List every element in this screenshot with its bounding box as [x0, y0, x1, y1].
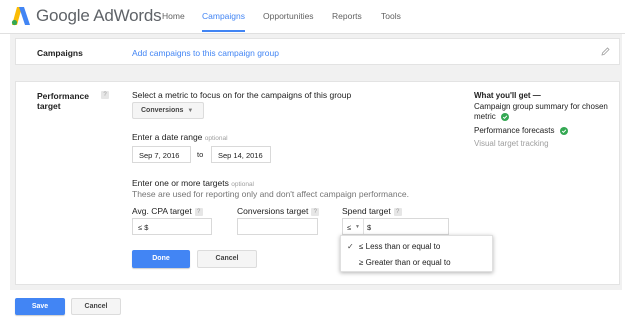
date-optional-text: optional: [204, 135, 228, 142]
check-circle-icon: [501, 112, 510, 121]
spend-target-input[interactable]: ≤ ▼ $: [342, 218, 449, 235]
conversions-target-input[interactable]: [237, 218, 318, 235]
target-tracking-item: Visual target tracking: [474, 139, 549, 148]
spend-divider: [363, 219, 364, 234]
performance-card: Performance target ? Select a metric to …: [15, 81, 620, 285]
campaigns-label: Campaigns: [37, 48, 83, 58]
date-range-text: Enter a date range: [132, 132, 203, 142]
targets-text: Enter one or more targets: [132, 178, 229, 188]
pencil-icon[interactable]: [601, 47, 610, 56]
start-date-field[interactable]: Sep 7, 2016: [132, 146, 191, 163]
end-date-field[interactable]: Sep 14, 2016: [211, 146, 271, 163]
nav-home[interactable]: Home: [162, 11, 185, 31]
check-circle-icon: [559, 126, 568, 135]
help-icon[interactable]: ?: [393, 207, 402, 216]
chevron-down-icon: ▼: [187, 108, 194, 114]
menu-item-greater-equal[interactable]: ≥ Greater than or equal to: [359, 258, 451, 267]
cancel-button[interactable]: Cancel: [197, 250, 257, 268]
adwords-logo-icon: [11, 7, 30, 26]
checkmark-icon: ✓: [347, 242, 354, 251]
help-icon[interactable]: ?: [311, 207, 320, 216]
avg-cpa-input[interactable]: ≤ $: [132, 218, 212, 235]
chevron-down-icon: ▼: [355, 224, 360, 230]
help-icon[interactable]: ?: [194, 207, 203, 216]
help-icon[interactable]: ?: [101, 91, 109, 99]
spend-operator-menu: ✓ ≤ Less than or equal to ≥ Greater than…: [340, 235, 493, 272]
targets-note: These are used for reporting only and do…: [132, 189, 409, 199]
spend-value: $: [367, 223, 372, 232]
performance-target-label: Performance target: [37, 91, 107, 111]
save-button[interactable]: Save: [15, 298, 65, 315]
conversions-target-label: Conversions target?: [237, 206, 320, 216]
footer-cancel-button[interactable]: Cancel: [71, 298, 121, 315]
forecasts-item: Performance forecasts: [474, 126, 568, 135]
avg-cpa-text: Avg. CPA target: [132, 206, 192, 216]
top-header: Google AdWords Home Campaigns Opportunit…: [0, 0, 625, 34]
summary-item: Campaign group summary for chosen metric: [474, 102, 614, 122]
nav-reports[interactable]: Reports: [332, 11, 362, 31]
summary-item-text: Campaign group summary for chosen metric: [474, 102, 608, 121]
avg-cpa-label: Avg. CPA target?: [132, 206, 203, 216]
campaigns-card: Campaigns Add campaigns to this campaign…: [15, 38, 620, 65]
performance-label-text: Performance target: [37, 91, 89, 111]
date-to-text: to: [197, 150, 204, 159]
nav-campaigns[interactable]: Campaigns: [202, 11, 245, 32]
metric-prompt: Select a metric to focus on for the camp…: [132, 90, 352, 100]
conversions-target-text: Conversions target: [237, 206, 309, 216]
forecasts-item-text: Performance forecasts: [474, 126, 555, 135]
spend-target-text: Spend target: [342, 206, 391, 216]
spend-target-label: Spend target?: [342, 206, 402, 216]
add-campaigns-link[interactable]: Add campaigns to this campaign group: [132, 48, 279, 58]
date-range-label: Enter a date range optional: [132, 132, 228, 142]
metric-dropdown-value: Conversions: [141, 107, 184, 114]
menu-item-less-equal[interactable]: ≤ Less than or equal to: [359, 242, 440, 251]
nav-tools[interactable]: Tools: [381, 11, 401, 31]
metric-dropdown[interactable]: Conversions ▼: [132, 102, 204, 119]
spend-operator[interactable]: ≤: [347, 223, 351, 232]
what-youll-get-title: What you'll get —: [474, 91, 541, 100]
targets-label: Enter one or more targets optional: [132, 178, 254, 188]
done-button[interactable]: Done: [132, 250, 190, 268]
targets-optional-text: optional: [231, 181, 255, 188]
nav-opportunities[interactable]: Opportunities: [263, 11, 314, 31]
app-title: Google AdWords: [36, 6, 162, 25]
